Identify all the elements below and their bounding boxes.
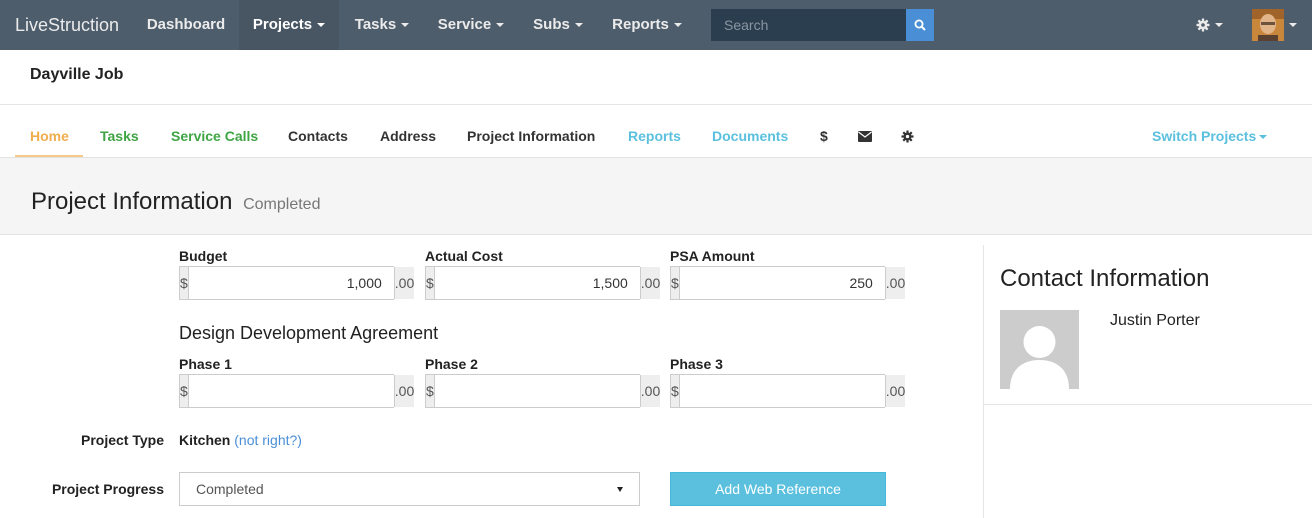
- brand-logo[interactable]: LiveStruction: [15, 0, 119, 50]
- tab-reports[interactable]: Reports: [628, 127, 681, 145]
- nav-reports[interactable]: Reports: [599, 0, 695, 50]
- currency-prefix: $: [426, 375, 435, 407]
- cents-suffix: .00: [639, 375, 661, 407]
- nav-tasks-label: Tasks: [354, 16, 397, 33]
- nav-subs[interactable]: Subs: [518, 0, 598, 50]
- dropdown-arrow-icon: [617, 486, 623, 492]
- section-title-text: Project Information: [31, 188, 233, 215]
- contact-avatar: [1000, 310, 1079, 389]
- caret-down-icon: [1215, 23, 1223, 27]
- caret-down-icon: [496, 23, 505, 28]
- project-progress-label: Project Progress: [51, 481, 164, 497]
- caret-down-icon: [317, 23, 326, 28]
- actual-cost-input[interactable]: [434, 267, 640, 299]
- envelope-icon: [858, 130, 872, 142]
- user-avatar: [1252, 9, 1284, 41]
- user-menu[interactable]: [1252, 9, 1297, 41]
- tab-settings[interactable]: [901, 127, 914, 145]
- psa-amount-field: $ .00: [670, 266, 906, 300]
- tab-tasks[interactable]: Tasks: [100, 127, 139, 145]
- caret-down-icon: [574, 23, 583, 28]
- tab-service-calls[interactable]: Service Calls: [171, 127, 258, 145]
- search-button[interactable]: [906, 9, 934, 41]
- currency-prefix: $: [180, 267, 189, 299]
- budget-label: Budget: [179, 248, 228, 264]
- search-input[interactable]: [711, 9, 906, 41]
- switch-projects-label: Switch Projects: [1152, 128, 1257, 144]
- tab-contacts[interactable]: Contacts: [288, 127, 348, 145]
- nav-dashboard[interactable]: Dashboard: [134, 0, 238, 50]
- project-type-label: Project Type: [81, 432, 164, 448]
- caret-down-icon: [1289, 23, 1297, 27]
- actual-cost-field: $ .00: [425, 266, 661, 300]
- not-right-link[interactable]: not right?: [239, 432, 297, 448]
- nav-subs-label: Subs: [533, 16, 570, 33]
- nav-service-label: Service: [437, 16, 492, 33]
- psa-amount-label: PSA Amount: [670, 248, 755, 264]
- divider: [984, 404, 1312, 405]
- currency-prefix: $: [426, 267, 435, 299]
- phase2-input[interactable]: [434, 375, 640, 407]
- phase3-field: $ .00: [670, 374, 906, 408]
- actual-cost-label: Actual Cost: [425, 248, 503, 264]
- cents-suffix: .00: [393, 267, 415, 299]
- nav-projects-label: Projects: [252, 16, 313, 33]
- gear-icon: [901, 129, 914, 143]
- person-placeholder-icon: [1000, 310, 1079, 389]
- phase1-input[interactable]: [188, 375, 394, 407]
- project-progress-select[interactable]: Completed: [179, 472, 640, 506]
- tab-address[interactable]: Address: [380, 127, 436, 145]
- section-header: Project Information Completed: [0, 157, 1312, 235]
- paren-close: ): [297, 432, 302, 448]
- cents-suffix: .00: [639, 267, 661, 299]
- nav-dashboard-label: Dashboard: [146, 16, 226, 33]
- switch-projects-dropdown[interactable]: Switch Projects: [1152, 127, 1268, 145]
- tab-home[interactable]: Home: [30, 127, 69, 145]
- contact-name[interactable]: Justin Porter: [1110, 312, 1200, 330]
- status-text: Completed: [243, 196, 321, 213]
- tab-email[interactable]: [858, 127, 872, 145]
- psa-amount-input[interactable]: [679, 267, 885, 299]
- phase3-input[interactable]: [679, 375, 885, 407]
- phase2-label: Phase 2: [425, 356, 478, 372]
- project-type-value: Kitchen (not right?): [179, 432, 302, 448]
- tab-documents[interactable]: Documents: [712, 127, 788, 145]
- top-navbar: LiveStruction Dashboard Projects Tasks S…: [0, 0, 1312, 50]
- cents-suffix: .00: [884, 267, 906, 299]
- budget-field: $ .00: [179, 266, 415, 300]
- job-title: Dayville Job: [30, 66, 124, 83]
- add-web-reference-button[interactable]: Add Web Reference: [670, 472, 886, 506]
- search-icon: [914, 19, 926, 31]
- currency-prefix: $: [671, 267, 680, 299]
- nav-service[interactable]: Service: [425, 0, 517, 50]
- caret-down-icon: [1259, 135, 1268, 140]
- tab-project-information[interactable]: Project Information: [467, 127, 595, 145]
- contact-panel: Contact Information Justin Porter: [983, 245, 1312, 518]
- currency-prefix: $: [180, 375, 189, 407]
- nav-tasks[interactable]: Tasks: [340, 0, 424, 50]
- cents-suffix: .00: [884, 375, 906, 407]
- budget-input[interactable]: [188, 267, 394, 299]
- contact-title: Contact Information: [1000, 265, 1210, 292]
- project-type-text: Kitchen: [179, 432, 231, 448]
- phase3-label: Phase 3: [670, 356, 723, 372]
- caret-down-icon: [401, 23, 410, 28]
- cents-suffix: .00: [393, 375, 415, 407]
- divider: [0, 104, 1312, 105]
- tab-financials[interactable]: $: [820, 127, 828, 145]
- dda-heading: Design Development Agreement: [179, 323, 439, 343]
- settings-menu[interactable]: [1196, 0, 1223, 50]
- phase1-field: $ .00: [179, 374, 415, 408]
- currency-prefix: $: [671, 375, 680, 407]
- nav-reports-label: Reports: [612, 16, 669, 33]
- caret-down-icon: [673, 23, 682, 28]
- phase2-field: $ .00: [425, 374, 661, 408]
- page-title: Project Information Completed: [31, 188, 320, 216]
- project-progress-value: Completed: [196, 481, 264, 497]
- gear-icon: [1196, 18, 1210, 32]
- nav-projects[interactable]: Projects: [239, 0, 339, 50]
- phase1-label: Phase 1: [179, 356, 232, 372]
